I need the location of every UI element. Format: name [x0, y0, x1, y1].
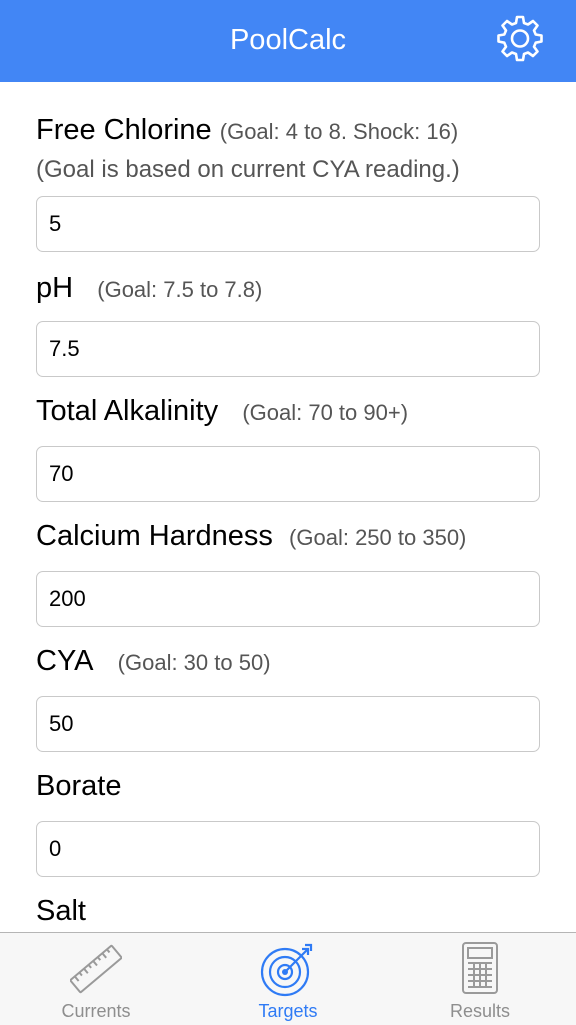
ruler-icon	[70, 944, 122, 994]
tab-currents-label: Currents	[61, 1001, 131, 1021]
total-alkalinity-input[interactable]	[36, 446, 540, 502]
total-alkalinity-goal: (Goal: 70 to 90+)	[242, 400, 409, 425]
target-icon	[260, 943, 313, 997]
borate-input[interactable]	[36, 821, 540, 877]
gear-icon[interactable]	[494, 14, 546, 66]
calcium-hardness-input[interactable]	[36, 571, 540, 627]
targets-form: Free Chlorine (Goal: 4 to 8. Shock: 16) …	[0, 82, 576, 932]
tab-bar: Currents Targets Results	[0, 932, 576, 1025]
free-chlorine-goal: (Goal: 4 to 8. Shock: 16)	[219, 119, 459, 144]
cya-goal: (Goal: 30 to 50)	[117, 650, 271, 675]
calcium-hardness-label: Calcium Hardness (Goal: 250 to 350)	[36, 520, 467, 552]
salt-label: Salt	[36, 895, 86, 927]
calculator-icon	[462, 942, 498, 994]
ph-input[interactable]	[36, 321, 540, 377]
tab-currents[interactable]: Currents	[0, 933, 192, 1025]
cya-label: CYA (Goal: 30 to 50)	[36, 645, 271, 677]
free-chlorine-input[interactable]	[36, 196, 540, 252]
free-chlorine-label: Free Chlorine (Goal: 4 to 8. Shock: 16)	[36, 114, 459, 146]
tab-results-label: Results	[449, 1001, 511, 1021]
borate-label: Borate	[36, 770, 122, 802]
tab-targets-label: Targets	[258, 1001, 318, 1021]
app-title: PoolCalc	[229, 24, 347, 56]
cya-input[interactable]	[36, 696, 540, 752]
tab-results[interactable]: Results	[384, 933, 576, 1025]
tab-targets[interactable]: Targets	[192, 933, 384, 1025]
calcium-hardness-goal: (Goal: 250 to 350)	[289, 525, 467, 550]
navigation-bar: PoolCalc	[0, 0, 576, 82]
free-chlorine-note: (Goal is based on current CYA reading.)	[36, 156, 460, 183]
ph-label: pH (Goal: 7.5 to 7.8)	[36, 272, 263, 304]
total-alkalinity-label: Total Alkalinity (Goal: 70 to 90+)	[36, 395, 409, 427]
ph-goal: (Goal: 7.5 to 7.8)	[97, 277, 263, 302]
